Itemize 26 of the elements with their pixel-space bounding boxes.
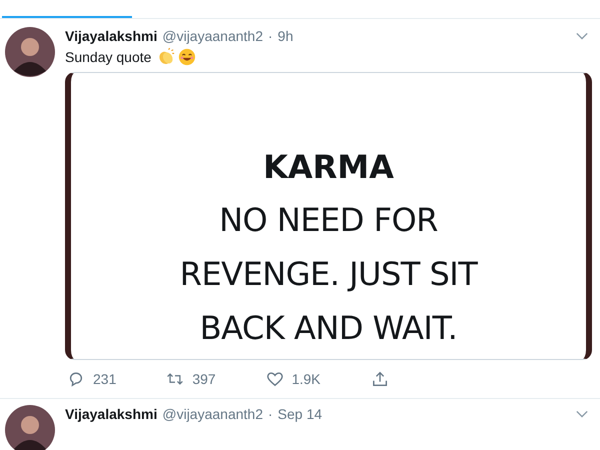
tweet-text: Sunday quote <box>65 49 152 65</box>
retweet-count: 397 <box>192 371 216 387</box>
quote-line: REVENGE. JUST SIT <box>180 254 478 295</box>
author-handle: @vijayaananth2 <box>162 28 263 44</box>
author-name[interactable]: Vijayalakshmi <box>65 28 158 44</box>
separator-dot: · <box>268 28 273 44</box>
separator-dot: · <box>268 406 273 422</box>
quote-image[interactable]: KARMA NO NEED FOR REVENGE. JUST SIT BACK AND WAIT. <box>65 72 592 360</box>
clapping-hands-icon <box>157 48 176 66</box>
tweet-time[interactable]: 9h <box>278 28 294 44</box>
avatar-icon <box>5 405 55 450</box>
reply-icon[interactable] <box>67 370 85 388</box>
chevron-down-icon[interactable] <box>576 410 588 418</box>
heart-icon[interactable] <box>266 370 284 388</box>
quote-line: NO NEED FOR <box>219 200 438 241</box>
reply-count: 231 <box>93 371 116 387</box>
share-icon[interactable] <box>370 370 389 388</box>
like-count: 1.9K <box>292 371 321 387</box>
quote-heading: KARMA <box>263 147 394 188</box>
chevron-down-icon[interactable] <box>576 32 588 40</box>
avatar-icon <box>5 27 55 77</box>
tweet-time[interactable]: Sep 14 <box>278 406 322 422</box>
author-handle: @vijayaananth2 <box>162 406 263 422</box>
quote-line: BACK AND WAIT. <box>200 308 458 349</box>
author-name[interactable]: Vijayalakshmi <box>65 406 158 422</box>
smiling-face-icon <box>178 48 196 66</box>
